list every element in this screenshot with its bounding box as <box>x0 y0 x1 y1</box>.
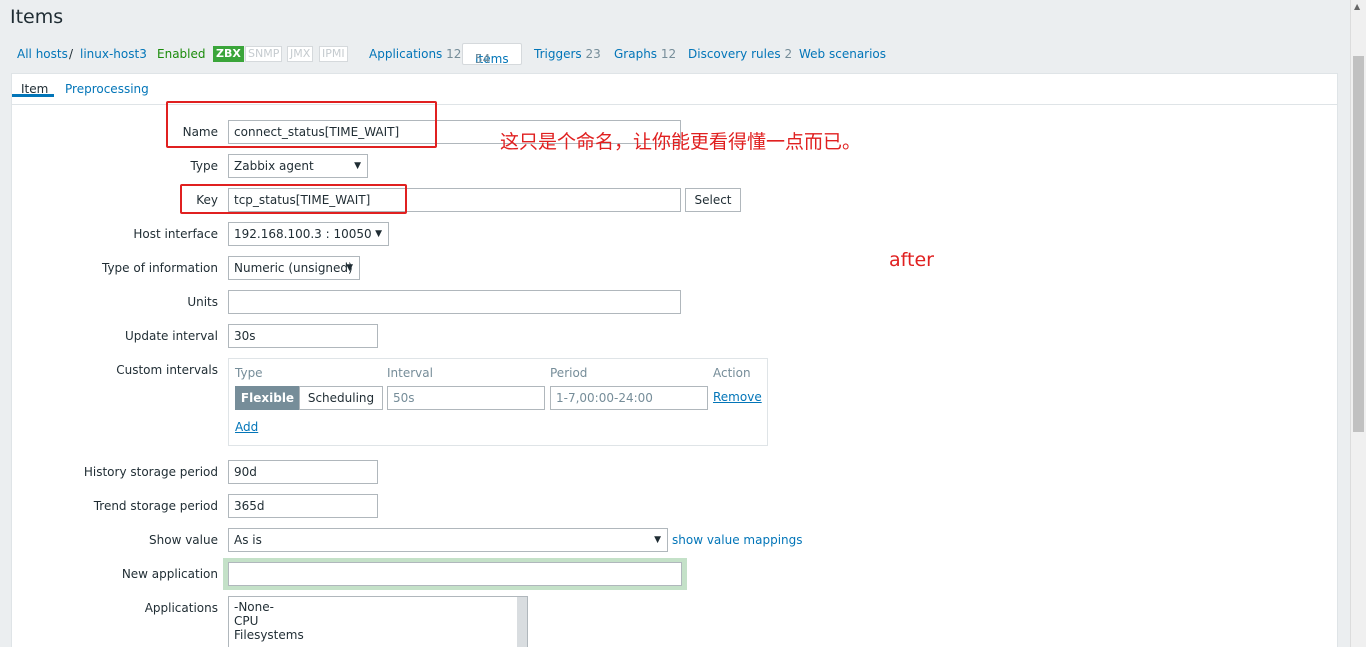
ci-header-action: Action <box>713 366 751 380</box>
history-input[interactable]: 90d <box>228 460 378 484</box>
history-label: History storage period <box>83 465 218 479</box>
discovery-rules-link[interactable]: Discovery rules 2 <box>688 47 792 61</box>
add-interval-link[interactable]: Add <box>235 420 258 434</box>
name-annotation-box <box>166 101 437 148</box>
new-application-label: New application <box>121 567 218 581</box>
host-interface-select[interactable]: 192.168.100.3 : 10050 ▼ <box>228 222 389 246</box>
breadcrumb-separator: / <box>69 47 74 61</box>
trend-input[interactable]: 365d <box>228 494 378 518</box>
update-interval-label: Update interval <box>124 329 218 343</box>
units-input[interactable] <box>228 290 681 314</box>
scheduling-toggle[interactable]: Scheduling <box>299 386 383 410</box>
interval-input[interactable]: 50s <box>387 386 545 410</box>
update-interval-input[interactable]: 30s <box>228 324 378 348</box>
annotation-after: after <box>889 249 934 271</box>
ci-header-interval: Interval <box>387 366 433 380</box>
host-interface-label: Host interface <box>133 227 218 241</box>
new-application-input[interactable] <box>228 562 682 586</box>
chevron-down-icon: ▼ <box>375 229 382 239</box>
web-scenarios-link[interactable]: Web scenarios <box>799 47 886 61</box>
applications-listbox[interactable]: -None- CPU Filesystems <box>228 596 528 647</box>
breadcrumb: All hosts / linux-host3 Enabled ZBX SNMP… <box>0 40 1350 70</box>
period-input[interactable]: 1-7,00:00-24:00 <box>550 386 708 410</box>
list-item[interactable]: CPU <box>234 614 522 628</box>
tab-item[interactable]: Item <box>12 74 54 97</box>
page-scrollbar[interactable]: ▲ <box>1350 0 1366 647</box>
all-hosts-link[interactable]: All hosts <box>17 47 68 61</box>
triggers-link[interactable]: Triggers 23 <box>534 47 601 61</box>
type-of-information-label: Type of information <box>101 261 218 275</box>
scroll-up-icon[interactable]: ▲ <box>1354 2 1360 11</box>
show-value-mappings-link[interactable]: show value mappings <box>672 533 803 547</box>
show-value-label: Show value <box>149 533 218 547</box>
zbx-badge: ZBX <box>213 46 244 62</box>
chevron-down-icon: ▼ <box>354 161 361 171</box>
type-select[interactable]: Zabbix agent ▼ <box>228 154 368 178</box>
key-annotation-box <box>180 184 407 214</box>
listbox-scrollbar[interactable] <box>517 597 527 647</box>
chevron-down-icon: ▼ <box>346 263 353 273</box>
list-item[interactable]: Filesystems <box>234 628 522 642</box>
applications-link[interactable]: Applications 12 <box>369 47 461 61</box>
ci-header-type: Type <box>235 366 263 380</box>
key-select-button[interactable]: Select <box>685 188 741 212</box>
ipmi-badge: IPMI <box>319 46 348 62</box>
custom-intervals-label: Custom intervals <box>116 363 218 377</box>
jmx-badge: JMX <box>287 46 314 62</box>
page-title: Items <box>10 6 64 28</box>
ci-header-period: Period <box>550 366 588 380</box>
type-of-information-select[interactable]: Numeric (unsigned) ▼ <box>228 256 360 280</box>
host-status[interactable]: Enabled <box>157 47 206 61</box>
flexible-toggle[interactable]: Flexible <box>235 386 300 410</box>
remove-interval-link[interactable]: Remove <box>713 390 762 404</box>
graphs-link[interactable]: Graphs 12 <box>614 47 676 61</box>
scrollbar-thumb[interactable] <box>1353 56 1364 432</box>
tab-preprocessing[interactable]: Preprocessing <box>65 82 149 96</box>
host-link[interactable]: linux-host3 <box>80 47 147 61</box>
show-value-select[interactable]: As is ▼ <box>228 528 668 552</box>
list-item[interactable]: -None- <box>234 600 522 614</box>
units-label: Units <box>187 295 218 309</box>
items-tab[interactable]: Items 54 <box>462 43 522 66</box>
snmp-badge: SNMP <box>245 46 283 62</box>
trend-label: Trend storage period <box>93 499 218 513</box>
annotation-note: 这只是个命名，让你能更看得懂一点而已。 <box>500 131 862 153</box>
chevron-down-icon: ▼ <box>654 535 661 545</box>
applications-label: Applications <box>144 601 218 615</box>
type-label: Type <box>190 159 218 173</box>
custom-intervals-table: Type Interval Period Action Flexible Sch… <box>228 358 768 446</box>
